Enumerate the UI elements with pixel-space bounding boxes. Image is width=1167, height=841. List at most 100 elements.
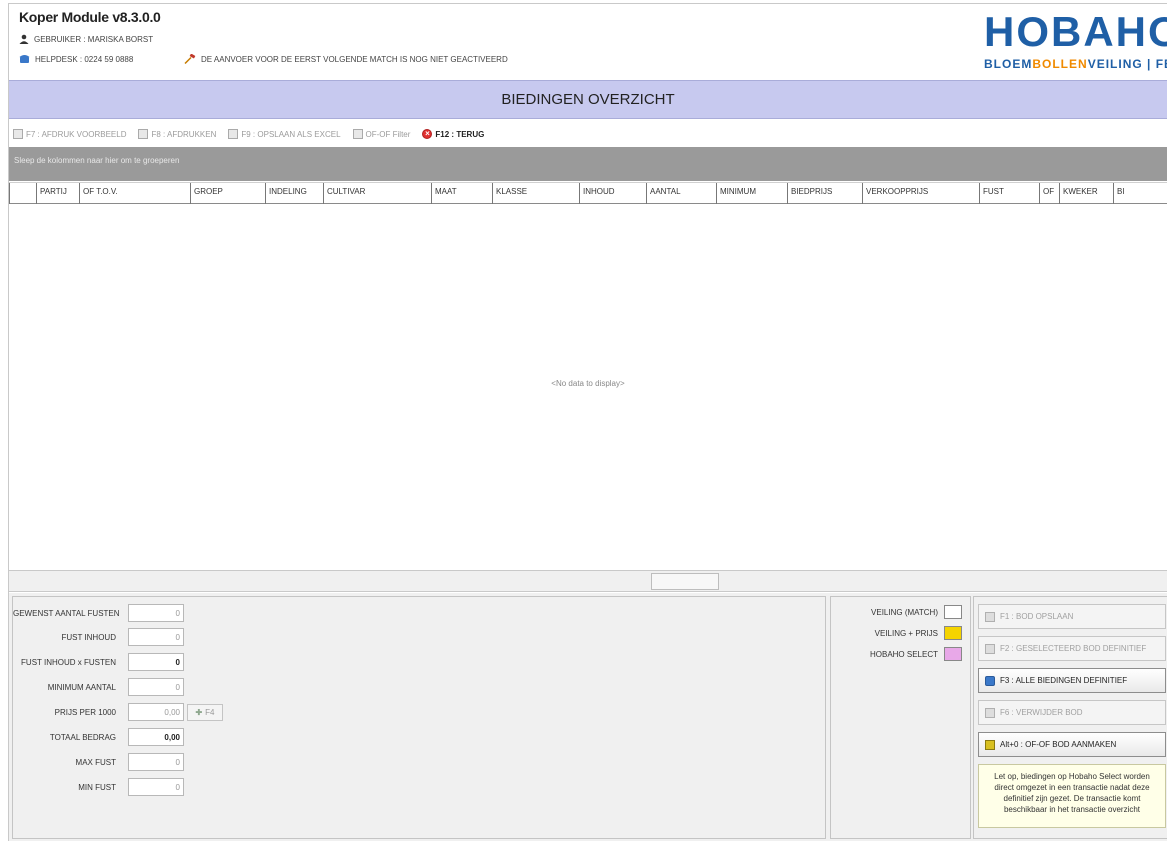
column-header-biedprijs[interactable]: BIEDPRIJS	[787, 183, 862, 204]
column-header-verkoopprijs[interactable]: VERKOOPPRIJS	[862, 183, 979, 204]
ofof-filter-button[interactable]: OF-OF Filter	[352, 129, 411, 139]
form-row-gewenst-aantal-fusten: GEWENST AANTAL FUSTEN 0	[13, 603, 184, 623]
grid-body[interactable]: <No data to display>	[9, 204, 1167, 570]
max-fust-label: MAX FUST	[75, 757, 116, 767]
f4-label: F4	[205, 707, 215, 717]
gavel-icon	[184, 54, 196, 64]
column-header-minimum[interactable]: MINIMUM	[716, 183, 787, 204]
back-button[interactable]: × F12 : TERUG	[422, 129, 484, 139]
f4-button[interactable]: ✚ F4	[187, 703, 223, 721]
ofof-filter-label: OF-OF Filter	[365, 129, 411, 139]
minimum-aantal-input[interactable]: 0	[128, 678, 184, 696]
min-fust-label: MIN FUST	[78, 782, 116, 792]
user-label: GEBRUIKER : MARISKA BORST	[34, 34, 154, 44]
column-header-of[interactable]: OF	[1039, 183, 1059, 204]
form-row-fust-inhoud: FUST INHOUD 0	[13, 627, 184, 647]
header: Koper Module v8.3.0.0 GEBRUIKER : MARISK…	[9, 4, 1167, 78]
finalize-selected-bid-button[interactable]: F2 : GESELECTEERD BOD DEFINITIEF	[978, 636, 1166, 661]
save-excel-button[interactable]: F9 : OPSLAAN ALS EXCEL	[228, 129, 341, 139]
save-bid-button[interactable]: F1 : BOD OPSLAAN	[978, 604, 1166, 629]
grid-column-headers: PARTIJ OF T.O.V. GROEP INDELING CULTIVAR…	[9, 182, 1167, 204]
legend-hobaho-select-label: HOBAHO SELECT	[869, 649, 938, 659]
legend-veiling-match-label: VEILING (MATCH)	[871, 607, 938, 617]
hobaho-logo: HOBAHO BLOEMBOLLENVEILING | FBA	[984, 11, 1167, 73]
min-fust-input[interactable]: 0	[128, 778, 184, 796]
page-title: BIEDINGEN OVERZICHT	[9, 80, 1167, 119]
filter-icon	[352, 129, 363, 139]
print-label: F8 : AFDRUKKEN	[151, 129, 217, 139]
column-header-aantal[interactable]: AANTAL	[646, 183, 716, 204]
legend-hobaho-select: HOBAHO SELECT	[870, 647, 962, 661]
form-row-fust-inhoud-x-fusten: FUST INHOUD x FUSTEN 0	[13, 652, 184, 672]
legend-veiling-match: VEILING (MATCH)	[871, 605, 962, 619]
save-excel-label: F9 : OPSLAAN ALS EXCEL	[241, 129, 341, 139]
column-header-klasse[interactable]: KLASSE	[492, 183, 579, 204]
save-bid-label: F1 : BOD OPSLAAN	[1000, 612, 1074, 621]
form-row-prijs-per-1000: PRIJS PER 1000 0,00 ✚ F4	[13, 702, 223, 722]
user-icon	[19, 34, 29, 44]
excel-icon	[228, 129, 239, 139]
fust-inhoud-x-fusten-label: FUST INHOUD x FUSTEN	[21, 657, 116, 667]
back-label: F12 : TERUG	[435, 129, 485, 139]
legend-veiling-prijs-swatch	[944, 626, 962, 640]
logo-sub-veiling: VEILING | FBA	[1087, 57, 1167, 71]
totaal-bedrag-value: 0,00	[128, 728, 184, 746]
print-preview-icon	[13, 129, 23, 139]
app-title: Koper Module v8.3.0.0	[19, 9, 161, 25]
helpdesk-label: HELPDESK : 0224 59 0888	[35, 54, 134, 64]
print-button[interactable]: F8 : AFDRUKKEN	[138, 129, 216, 139]
helpdesk-info: HELPDESK : 0224 59 0888	[19, 54, 133, 64]
color-legend: VEILING (MATCH) VEILING + PRIJS HOBAHO S…	[830, 596, 971, 839]
column-header-partij[interactable]: PARTIJ	[36, 183, 79, 204]
column-header-maat[interactable]: MAAT	[431, 183, 492, 204]
column-header-bi[interactable]: BI	[1113, 183, 1167, 204]
column-header-cultivar[interactable]: CULTIVAR	[323, 183, 431, 204]
splitter[interactable]	[9, 570, 1167, 592]
form-row-minimum-aantal: MINIMUM AANTAL 0	[13, 677, 184, 697]
splitter-handle[interactable]	[651, 573, 719, 590]
minimum-aantal-label: MINIMUM AANTAL	[47, 682, 116, 692]
max-fust-input[interactable]: 0	[128, 753, 184, 771]
save-icon	[985, 611, 995, 622]
print-preview-button[interactable]: F7 : AFDRUK VOORBEELD	[13, 129, 126, 139]
bid-form: GEWENST AANTAL FUSTEN 0 FUST INHOUD 0 FU…	[12, 596, 826, 839]
toolbar: F7 : AFDRUK VOORBEELD F8 : AFDRUKKEN F9 …	[9, 122, 1167, 146]
fust-inhoud-input[interactable]: 0	[128, 628, 184, 646]
legend-veiling-match-swatch	[944, 605, 962, 619]
column-header-of-tov[interactable]: OF T.O.V.	[79, 183, 190, 204]
column-header-indicator[interactable]	[9, 183, 36, 204]
delete-icon	[985, 707, 995, 718]
app-window: Koper Module v8.3.0.0 GEBRUIKER : MARISK…	[8, 3, 1167, 841]
column-header-groep[interactable]: GROEP	[190, 183, 265, 204]
ofof-icon	[985, 739, 995, 750]
finalize-all-bids-button[interactable]: F3 : ALLE BIEDINGEN DEFINITIEF	[978, 668, 1166, 693]
gewenst-aantal-fusten-input[interactable]: 0	[128, 604, 184, 622]
create-ofof-bid-button[interactable]: Alt+0 : OF-OF BOD AANMAKEN	[978, 732, 1166, 757]
finalize-icon	[985, 643, 995, 654]
prijs-per-1000-input[interactable]: 0,00	[128, 703, 184, 721]
logo-subtitle: BLOEMBOLLENVEILING | FBA	[984, 57, 1167, 71]
phone-icon	[19, 54, 30, 64]
logo-letters: HOBAHO	[984, 8, 1167, 55]
close-icon: ×	[422, 129, 433, 139]
print-preview-label: F7 : AFDRUK VOORBEELD	[26, 129, 127, 139]
legend-veiling-prijs: VEILING + PRIJS	[875, 626, 962, 640]
delete-bid-button[interactable]: F6 : VERWIJDER BOD	[978, 700, 1166, 725]
legend-veiling-prijs-label: VEILING + PRIJS	[874, 628, 938, 638]
column-header-inhoud[interactable]: INHOUD	[579, 183, 646, 204]
fust-inhoud-x-fusten-value: 0	[128, 653, 184, 671]
form-row-max-fust: MAX FUST 0	[13, 752, 184, 772]
hobaho-select-notice: Let op, biedingen op Hobaho Select worde…	[978, 764, 1166, 828]
no-data-message: <No data to display>	[551, 379, 625, 388]
bottom-panel: GEWENST AANTAL FUSTEN 0 FUST INHOUD 0 FU…	[9, 593, 1167, 841]
column-header-indeling[interactable]: INDELING	[265, 183, 323, 204]
column-header-fust[interactable]: FUST	[979, 183, 1039, 204]
group-by-panel[interactable]: Sleep de kolommen naar hier om te groepe…	[9, 147, 1167, 181]
delete-bid-label: F6 : VERWIJDER BOD	[1000, 708, 1083, 717]
totaal-bedrag-label: TOTAAL BEDRAG	[49, 732, 116, 742]
column-header-kweker[interactable]: KWEKER	[1059, 183, 1113, 204]
legend-hobaho-select-swatch	[944, 647, 962, 661]
finalize-all-bids-label: F3 : ALLE BIEDINGEN DEFINITIEF	[1000, 676, 1128, 685]
action-panel: F1 : BOD OPSLAAN F2 : GESELECTEERD BOD D…	[973, 596, 1167, 839]
warning-text: DE AANVOER VOOR DE EERST VOLGENDE MATCH …	[201, 54, 508, 64]
